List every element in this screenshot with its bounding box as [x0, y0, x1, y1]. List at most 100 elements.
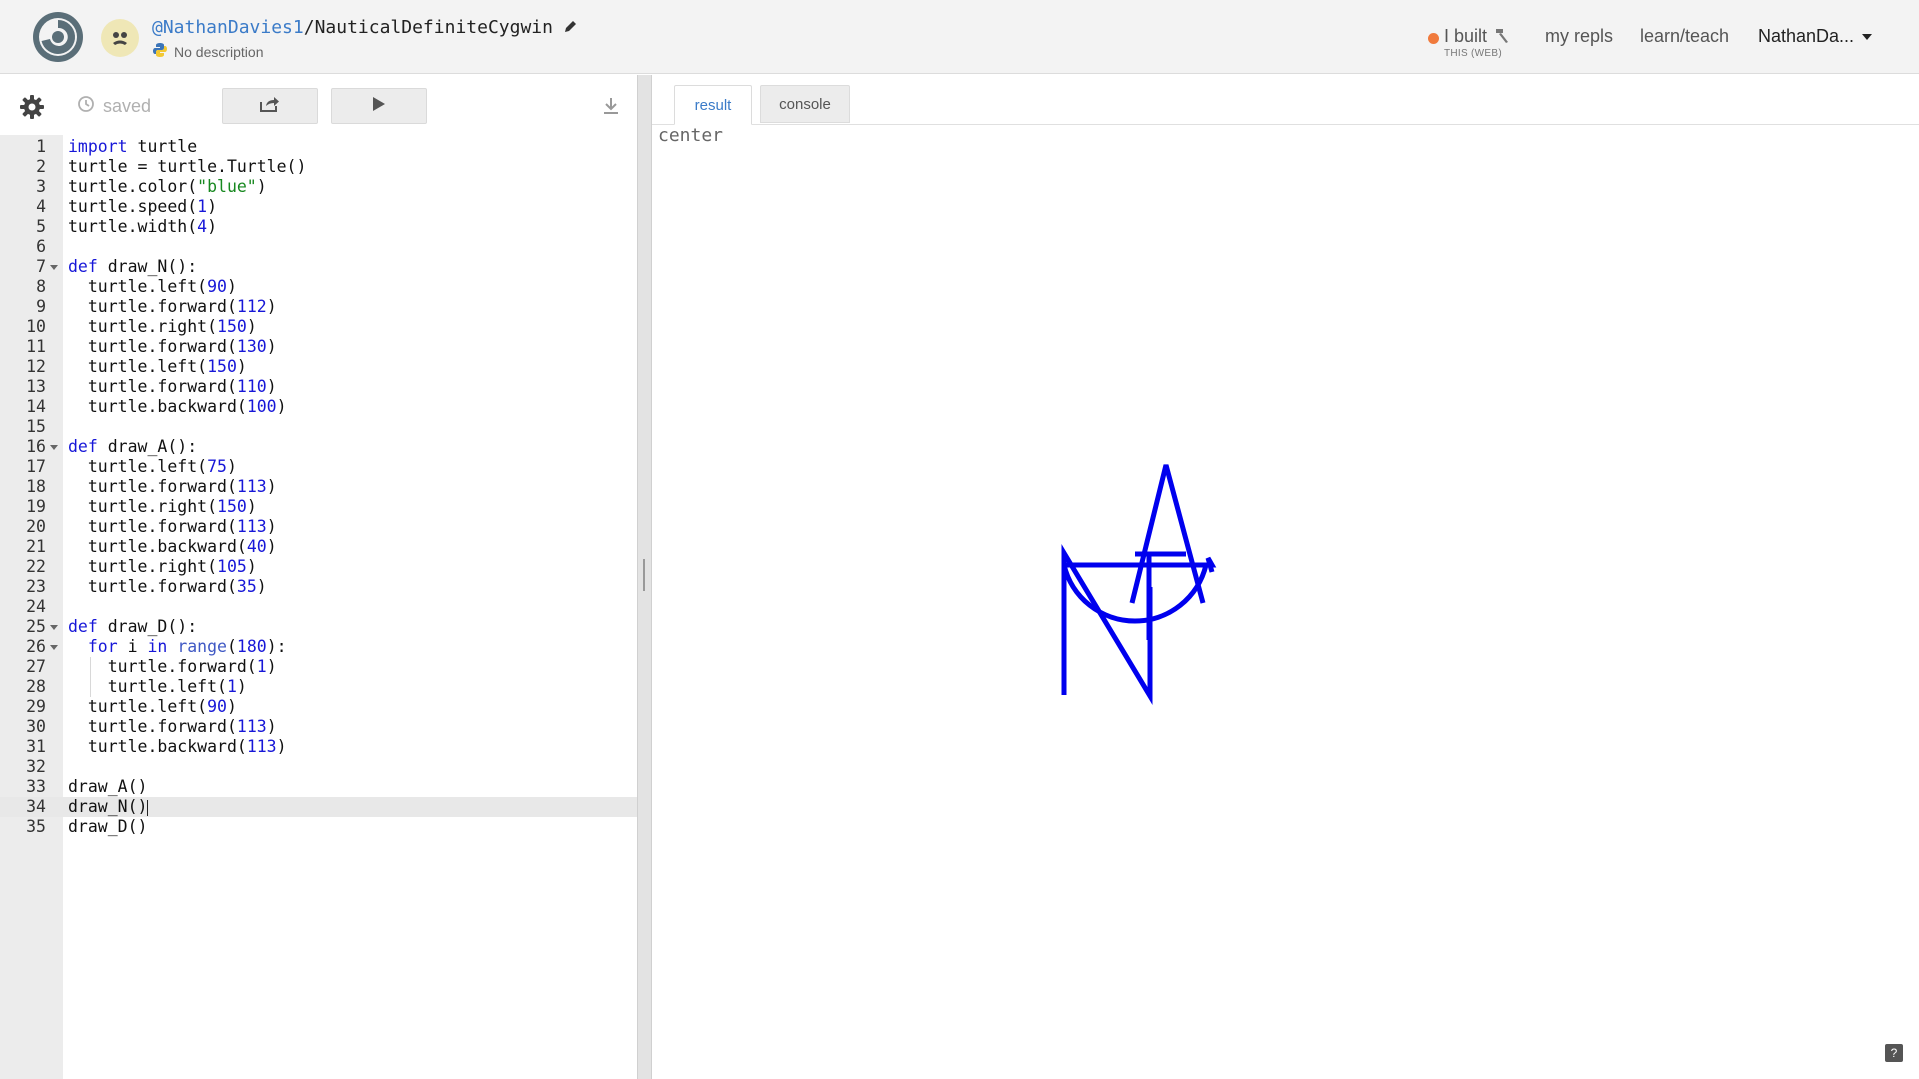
repl-owner-link[interactable]: @NathanDavies1	[152, 17, 304, 38]
code-line[interactable]: 17 turtle.left(75)	[0, 457, 637, 477]
code-text: turtle.width(4)	[68, 217, 218, 236]
fold-toggle-icon[interactable]	[50, 445, 58, 450]
line-number: 33	[26, 777, 46, 796]
code-text: turtle.left(90)	[68, 697, 237, 716]
code-line[interactable]: 5 turtle.width(4)	[0, 217, 637, 237]
code-line[interactable]: 16 def draw_A():	[0, 437, 637, 457]
built-sub-label: THIS (WEB)	[1444, 48, 1502, 59]
line-number: 20	[26, 517, 46, 536]
top-header: @NathanDavies1/NauticalDefiniteCygwin No…	[0, 0, 1919, 74]
line-number: 25	[26, 617, 46, 636]
code-line[interactable]: 20 turtle.forward(113)	[0, 517, 637, 537]
code-line[interactable]: 23 turtle.forward(35)	[0, 577, 637, 597]
line-number: 16	[26, 437, 46, 456]
repl-name[interactable]: NauticalDefiniteCygwin	[315, 17, 553, 38]
code-line[interactable]: 3 turtle.color("blue")	[0, 177, 637, 197]
pane-splitter[interactable]	[637, 75, 652, 1079]
code-line[interactable]: 18 turtle.forward(113)	[0, 477, 637, 497]
repl-description[interactable]: No description	[152, 42, 264, 61]
code-line[interactable]: 31 turtle.backward(113)	[0, 737, 637, 757]
result-pane: result console center ?	[652, 75, 1919, 1079]
line-number: 27	[26, 657, 46, 676]
code-line[interactable]: 30 turtle.forward(113)	[0, 717, 637, 737]
fold-toggle-icon[interactable]	[50, 645, 58, 650]
line-number: 11	[26, 337, 46, 356]
code-text: draw_N()	[68, 797, 149, 816]
gear-icon[interactable]	[19, 94, 45, 120]
code-editor[interactable]: 1 import turtle 2 turtle = turtle.Turtle() 3…	[0, 135, 637, 1079]
line-number: 1	[36, 137, 46, 156]
line-number: 28	[26, 677, 46, 696]
code-line[interactable]: 10 turtle.right(150)	[0, 317, 637, 337]
pencil-icon[interactable]	[563, 18, 577, 39]
turtle-canvas	[1061, 464, 1217, 706]
built-label: I built	[1444, 26, 1488, 46]
code-line[interactable]: 33 draw_A()	[0, 777, 637, 797]
code-line[interactable]: 34 draw_N()	[0, 797, 637, 817]
code-line[interactable]: 21 turtle.backward(40)	[0, 537, 637, 557]
replit-logo-icon[interactable]	[32, 11, 84, 63]
code-line[interactable]: 9 turtle.forward(112)	[0, 297, 637, 317]
code-line[interactable]: 4 turtle.speed(1)	[0, 197, 637, 217]
code-text: turtle.left(75)	[68, 457, 237, 476]
user-menu-dropdown[interactable]: NathanDa...	[1758, 26, 1873, 47]
line-number: 30	[26, 717, 46, 736]
chevron-down-icon	[1862, 33, 1873, 40]
code-text: turtle.right(105)	[68, 557, 257, 576]
run-icon	[372, 96, 386, 117]
code-lines: 1 import turtle 2 turtle = turtle.Turtle() 3…	[0, 137, 637, 837]
code-text: turtle.forward(112)	[68, 297, 277, 316]
line-number: 23	[26, 577, 46, 596]
code-line[interactable]: 6	[0, 237, 637, 257]
avatar-icon[interactable]	[101, 19, 139, 57]
code-line[interactable]: 13 turtle.forward(110)	[0, 377, 637, 397]
code-line[interactable]: 12 turtle.left(150)	[0, 357, 637, 377]
code-text: turtle.forward(113)	[68, 517, 277, 536]
nav-learn-teach[interactable]: learn/teach	[1640, 26, 1729, 47]
line-number: 8	[36, 277, 46, 296]
path-separator: /	[303, 17, 315, 38]
code-text: def draw_A():	[68, 437, 198, 456]
line-number: 21	[26, 537, 46, 556]
text-cursor	[147, 799, 149, 816]
code-text: def draw_N():	[68, 257, 198, 276]
code-line[interactable]: 1 import turtle	[0, 137, 637, 157]
code-line[interactable]: 25 def draw_D():	[0, 617, 637, 637]
code-line[interactable]: 2 turtle = turtle.Turtle()	[0, 157, 637, 177]
help-button[interactable]: ?	[1885, 1044, 1903, 1062]
code-line[interactable]: 15	[0, 417, 637, 437]
line-number: 12	[26, 357, 46, 376]
code-line[interactable]: 32	[0, 757, 637, 777]
indent-guide	[90, 657, 91, 677]
code-text: import turtle	[68, 137, 198, 156]
code-line[interactable]: 7 def draw_N():	[0, 257, 637, 277]
code-line[interactable]: 24	[0, 597, 637, 617]
run-button[interactable]	[331, 88, 427, 124]
splitter-handle[interactable]	[643, 559, 645, 591]
code-line[interactable]: 27 turtle.forward(1)	[0, 657, 637, 677]
code-text: draw_D()	[68, 817, 148, 836]
code-text: turtle.forward(130)	[68, 337, 277, 356]
fold-toggle-icon[interactable]	[50, 265, 58, 270]
code-line[interactable]: 11 turtle.forward(130)	[0, 337, 637, 357]
code-line[interactable]: 26 for i in range(180):	[0, 637, 637, 657]
fold-toggle-icon[interactable]	[50, 625, 58, 630]
code-line[interactable]: 19 turtle.right(150)	[0, 497, 637, 517]
code-line[interactable]: 29 turtle.left(90)	[0, 697, 637, 717]
notification-dot	[1428, 33, 1439, 44]
line-number: 26	[26, 637, 46, 656]
code-line[interactable]: 14 turtle.backward(100)	[0, 397, 637, 417]
share-button[interactable]	[222, 88, 318, 124]
code-line[interactable]: 28 turtle.left(1)	[0, 677, 637, 697]
code-text: turtle.left(1)	[68, 677, 247, 696]
line-number: 22	[26, 557, 46, 576]
code-line[interactable]: 35 draw_D()	[0, 817, 637, 837]
download-icon[interactable]	[603, 97, 619, 120]
code-line[interactable]: 8 turtle.left(90)	[0, 277, 637, 297]
nav-my-repls[interactable]: my repls	[1545, 26, 1613, 47]
code-line[interactable]: 22 turtle.right(105)	[0, 557, 637, 577]
line-number: 5	[36, 217, 46, 236]
code-text: turtle.forward(35)	[68, 577, 267, 596]
line-number: 19	[26, 497, 46, 516]
code-text: for i in range(180):	[87, 637, 287, 656]
